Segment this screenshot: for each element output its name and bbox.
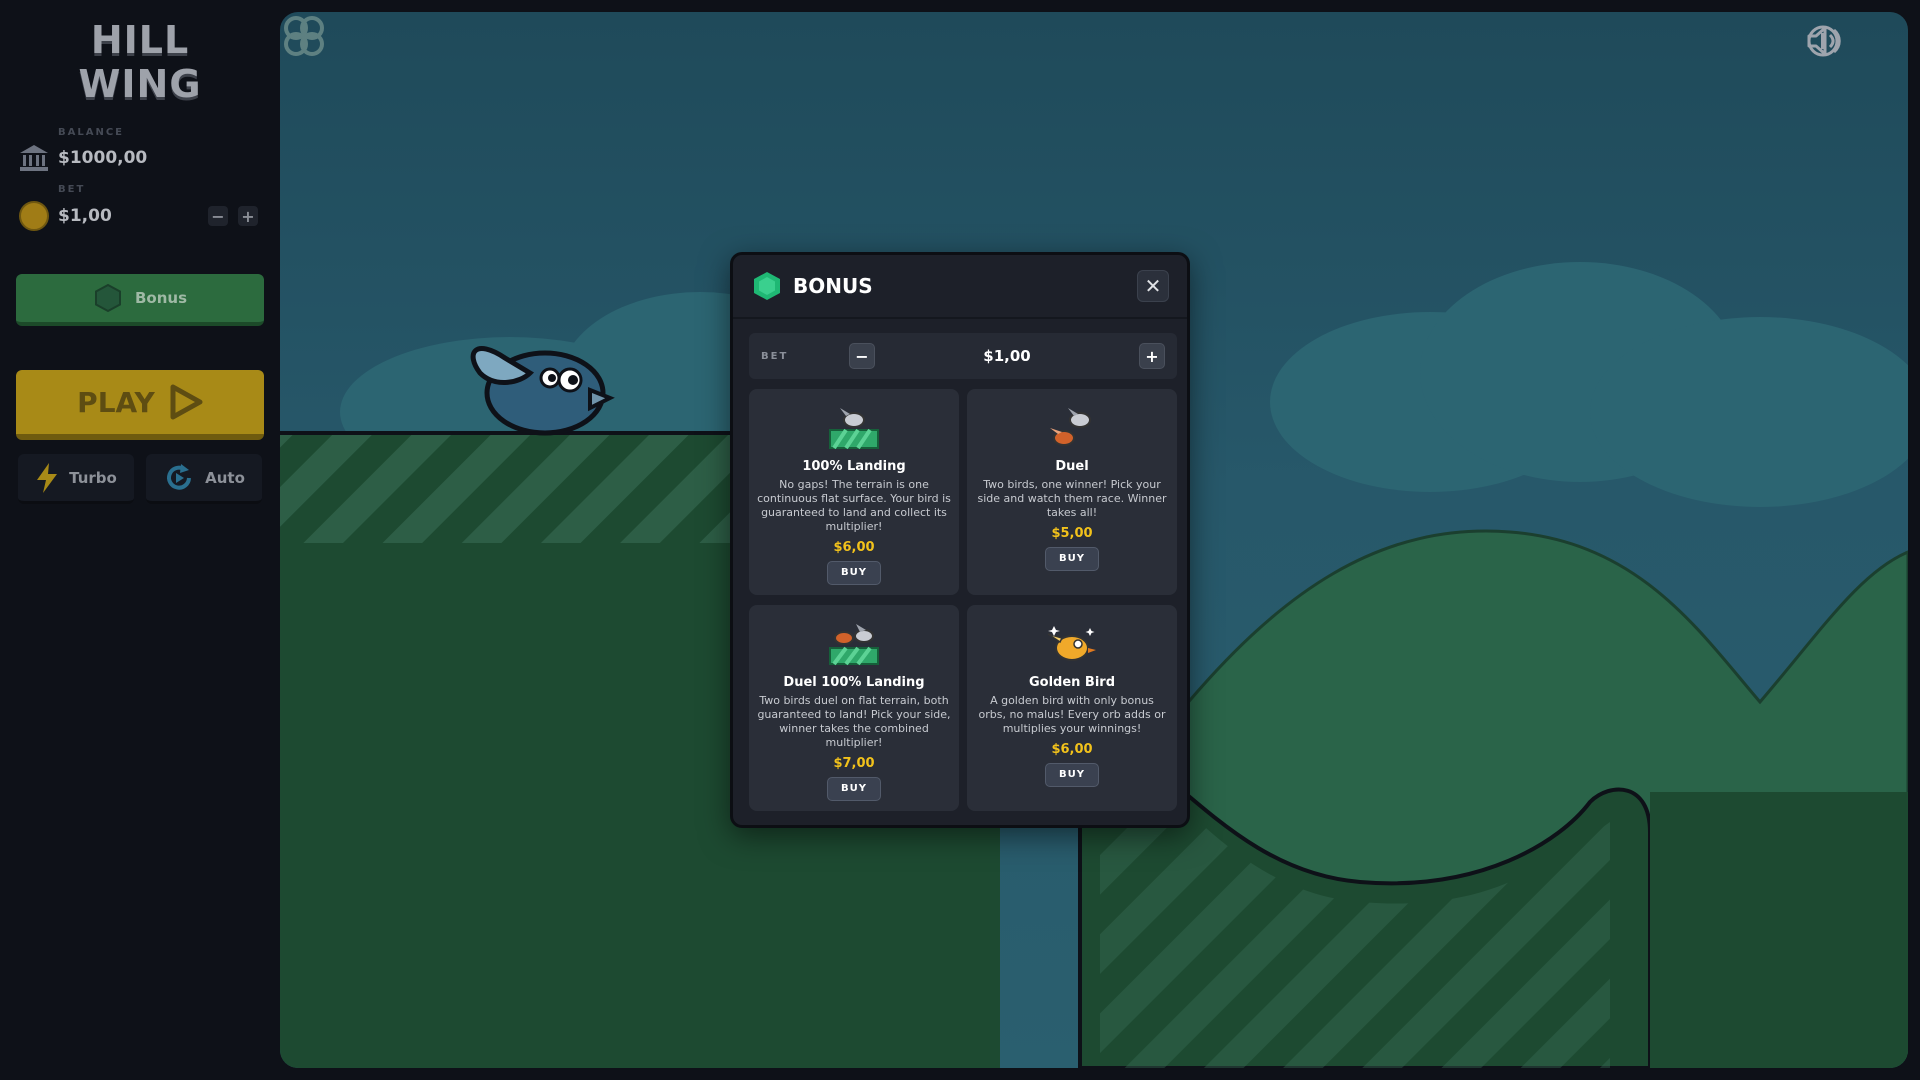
close-button[interactable]: ✕ [1137, 270, 1169, 302]
logo-line-1: HILL [90, 18, 190, 62]
bonus-button[interactable]: Bonus [16, 274, 264, 326]
game-logo: HILL WING [0, 18, 280, 106]
coin-icon [18, 200, 50, 232]
logo-line-2: WING [78, 62, 202, 106]
clover-logo-icon [284, 16, 324, 56]
bet-label: BET [58, 184, 86, 195]
bonus-card-100-landing: 100% Landing No gaps! The terrain is one… [749, 389, 959, 595]
turbo-button-label: Turbo [69, 468, 117, 487]
bonus-card-name: 100% Landing [802, 459, 906, 474]
green-hexagon-icon [754, 272, 780, 300]
hexagon-icon [94, 283, 121, 313]
modal-bet-selector: BET − $1,00 + [749, 333, 1177, 379]
buy-golden-bird-button[interactable]: BUY [1045, 763, 1099, 787]
bonus-button-label: Bonus [134, 289, 188, 307]
play-button-label: PLAY [77, 385, 155, 419]
auto-button-label: Auto [205, 468, 245, 487]
bonus-card-name: Duel [1055, 459, 1089, 474]
bonus-card-duel-100-landing: Duel 100% Landing Two birds duel on flat… [749, 605, 959, 811]
bank-icon [18, 142, 50, 174]
modal-bet-decrease-button[interactable]: − [849, 343, 875, 369]
modal-bet-increase-button[interactable]: + [1139, 343, 1165, 369]
modal-bet-label: BET [761, 350, 789, 362]
bonus-card-description: Two birds duel on flat terrain, both gua… [757, 694, 951, 749]
duel-landing-icon [757, 619, 951, 671]
sound-icon[interactable] [1807, 24, 1890, 62]
buy-100-landing-button[interactable]: BUY [827, 561, 881, 585]
bet-row: $1,00 − + [18, 200, 258, 232]
bonus-card-price: $6,00 [833, 540, 875, 555]
bonus-modal: BONUS ✕ BET − $1,00 + 100% Landing No ga… [730, 252, 1190, 828]
balance-value: $1000,00 [58, 148, 148, 168]
duel-birds-icon [975, 403, 1169, 455]
bet-value: $1,00 [58, 206, 112, 226]
modal-bet-value: $1,00 [983, 347, 1031, 365]
play-button[interactable]: PLAY [16, 370, 264, 440]
bonus-modal-header: BONUS ✕ [733, 255, 1187, 319]
turbo-button[interactable]: Turbo [18, 454, 134, 504]
sidebar: HILL WING BALANCE $1000,00 BET $1,00 − + [0, 0, 280, 1080]
bonus-card-price: $7,00 [833, 756, 875, 771]
bonus-card-name: Duel 100% Landing [783, 675, 925, 690]
buy-duel-button[interactable]: BUY [1045, 547, 1099, 571]
landing-bird-icon [757, 403, 951, 455]
buy-duel-100-landing-button[interactable]: BUY [827, 777, 881, 801]
lightning-icon [37, 462, 58, 493]
auto-button[interactable]: Auto [146, 454, 262, 504]
bonus-card-duel: Duel Two birds, one winner! Pick your si… [967, 389, 1177, 595]
bonus-modal-title: BONUS [793, 274, 873, 298]
bonus-card-price: $6,00 [1051, 742, 1093, 757]
balance-label: BALANCE [58, 127, 125, 138]
auto-spin-icon [167, 463, 192, 490]
bonus-card-price: $5,00 [1051, 526, 1093, 541]
bet-decrease-button[interactable]: − [208, 206, 228, 226]
bet-increase-button[interactable]: + [238, 206, 258, 226]
balance-row: $1000,00 [18, 142, 258, 174]
play-icon [170, 384, 203, 420]
bonus-card-name: Golden Bird [1028, 675, 1116, 690]
bonus-card-description: A golden bird with only bonus orbs, no m… [978, 694, 1166, 735]
bonus-card-description: No gaps! The terrain is one continuous f… [757, 478, 951, 533]
golden-bird-icon [975, 619, 1169, 671]
bonus-card-golden-bird: Golden Bird A golden bird with only bonu… [967, 605, 1177, 811]
bonus-card-description: Two birds, one winner! Pick your side an… [977, 478, 1167, 519]
